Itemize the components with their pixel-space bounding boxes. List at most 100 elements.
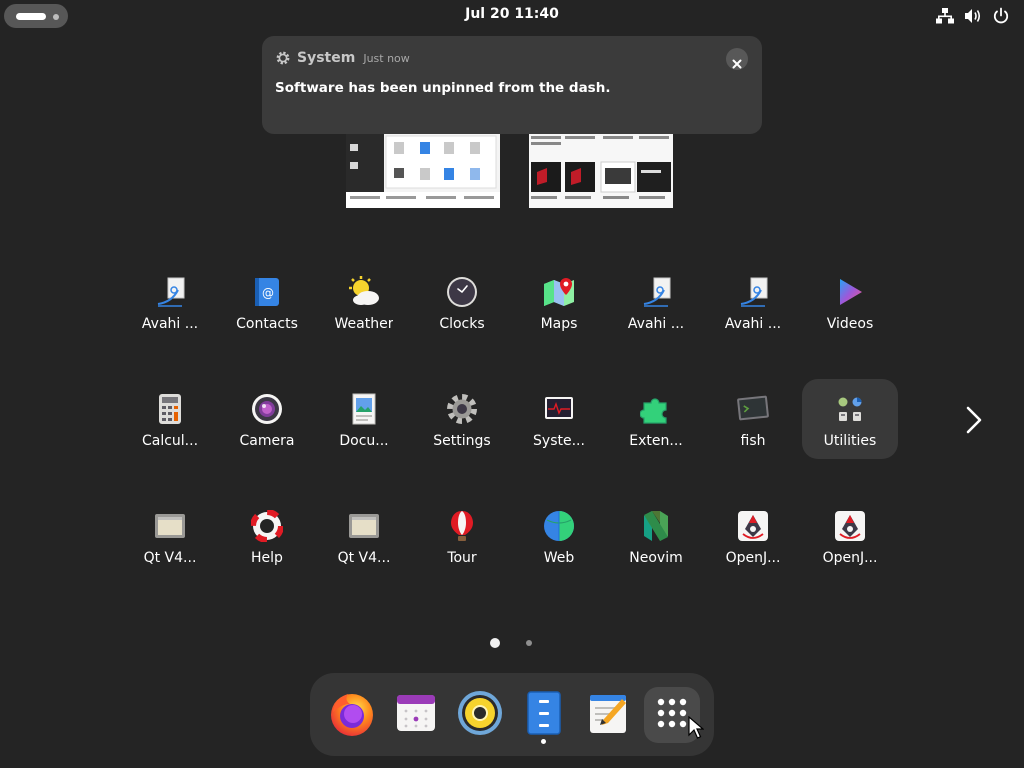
app-tile-utilities[interactable]: Utilities: [802, 379, 898, 459]
maps-icon: [541, 274, 577, 310]
top-bar: Jul 20 11:40: [0, 0, 1024, 32]
app-label: Videos: [826, 316, 874, 332]
app-tile-avahi[interactable]: Avahi ...: [608, 262, 704, 342]
app-label: Tour: [447, 550, 477, 566]
neovim-icon: [638, 508, 674, 544]
system-monitor-icon: [541, 391, 577, 427]
app-label: fish: [740, 433, 766, 449]
app-label: Contacts: [236, 316, 298, 332]
chevron-right-icon: [960, 406, 988, 440]
app-tile-neovim[interactable]: Neovim: [608, 496, 704, 576]
avahi-icon: [735, 274, 771, 310]
files-icon: [524, 690, 564, 740]
help-icon: [249, 508, 285, 544]
app-label: Camera: [239, 433, 295, 449]
app-label: Docu...: [339, 433, 389, 449]
dash-text-editor[interactable]: [580, 687, 636, 743]
show-apps-icon: [655, 696, 689, 734]
app-tile-tour[interactable]: Tour: [414, 496, 510, 576]
settings-icon: [444, 391, 480, 427]
power-icon[interactable]: [992, 7, 1010, 25]
document-viewer-icon: [346, 391, 382, 427]
videos-icon: [832, 274, 868, 310]
app-tile-exten[interactable]: Exten...: [608, 379, 704, 459]
web-icon: [541, 508, 577, 544]
system-tray[interactable]: [936, 6, 1010, 26]
notification-message: Software has been unpinned from the dash…: [275, 80, 611, 96]
calendar-icon: [394, 691, 438, 739]
app-tile-calcul[interactable]: Calcul...: [122, 379, 218, 459]
camera-icon: [249, 391, 285, 427]
app-label: Qt V4...: [143, 550, 197, 566]
next-page-button[interactable]: [960, 404, 988, 436]
tour-icon: [444, 508, 480, 544]
app-tile-clocks[interactable]: Clocks: [414, 262, 510, 342]
app-tile-avahi[interactable]: Avahi ...: [122, 262, 218, 342]
dash-files[interactable]: [516, 687, 572, 743]
dash-firefox[interactable]: [324, 687, 380, 743]
app-label: Exten...: [629, 433, 683, 449]
notification-app-name: System: [297, 50, 356, 66]
java-icon: [832, 508, 868, 544]
app-tile-fish[interactable]: fish: [705, 379, 801, 459]
contacts-icon: @: [249, 274, 285, 310]
running-indicator: [541, 739, 546, 744]
app-label: Avahi ...: [724, 316, 782, 332]
qt-icon: [346, 508, 382, 544]
app-tile-camera[interactable]: Camera: [219, 379, 315, 459]
app-label: Weather: [334, 316, 394, 332]
weather-icon: [346, 274, 382, 310]
app-tile-avahi[interactable]: Avahi ...: [705, 262, 801, 342]
app-label: Avahi ...: [627, 316, 685, 332]
app-tile-qt-v4[interactable]: Qt V4...: [122, 496, 218, 576]
app-tile-help[interactable]: Help: [219, 496, 315, 576]
app-label: OpenJ...: [822, 550, 878, 566]
network-wired-icon[interactable]: [936, 7, 954, 25]
app-label: Utilities: [823, 433, 877, 449]
dash-calendar[interactable]: [388, 687, 444, 743]
dash-rhythmbox[interactable]: [452, 687, 508, 743]
app-label: Help: [251, 550, 283, 566]
page-indicator-1[interactable]: [490, 638, 500, 648]
app-tile-videos[interactable]: Videos: [802, 262, 898, 342]
notification-banner[interactable]: System Just now Software has been unpinn…: [262, 36, 762, 134]
mouse-cursor-icon: [688, 715, 705, 740]
text-editor-icon: [586, 691, 630, 739]
app-label: OpenJ...: [725, 550, 781, 566]
svg-text:@: @: [262, 286, 274, 300]
notification-time: Just now: [363, 51, 410, 65]
app-tile-maps[interactable]: Maps: [511, 262, 607, 342]
avahi-icon: [638, 274, 674, 310]
app-label: Settings: [433, 433, 491, 449]
app-tile-docu[interactable]: Docu...: [316, 379, 412, 459]
workspace-indicator-active: [16, 13, 46, 20]
gear-icon: [275, 50, 291, 66]
qt-icon: [152, 508, 188, 544]
app-tile-settings[interactable]: Settings: [414, 379, 510, 459]
app-tile-openj[interactable]: OpenJ...: [802, 496, 898, 576]
page-indicator-2[interactable]: [526, 640, 532, 646]
notification-header: System Just now: [275, 50, 410, 66]
volume-icon[interactable]: [964, 7, 982, 25]
clock[interactable]: Jul 20 11:40: [440, 6, 584, 22]
app-tile-contacts[interactable]: @ Contacts: [219, 262, 315, 342]
app-tile-qt-v4[interactable]: Qt V4...: [316, 496, 412, 576]
app-label: Qt V4...: [337, 550, 391, 566]
calculator-icon: [152, 391, 188, 427]
notification-close-button[interactable]: [726, 48, 748, 70]
workspace-thumbnail-2[interactable]: [529, 132, 673, 208]
app-tile-openj[interactable]: OpenJ...: [705, 496, 801, 576]
workspace-thumbnail-1[interactable]: [346, 132, 500, 208]
app-tile-syste[interactable]: Syste...: [511, 379, 607, 459]
app-tile-weather[interactable]: Weather: [316, 262, 412, 342]
app-label: Web: [543, 550, 575, 566]
app-tile-web[interactable]: Web: [511, 496, 607, 576]
terminal-icon: [735, 391, 771, 427]
app-label: Calcul...: [141, 433, 199, 449]
java-icon: [735, 508, 771, 544]
activities-button[interactable]: [4, 4, 68, 28]
app-label: Avahi ...: [141, 316, 199, 332]
avahi-icon: [152, 274, 188, 310]
folder-icon: [832, 391, 868, 427]
app-label: Neovim: [629, 550, 683, 566]
